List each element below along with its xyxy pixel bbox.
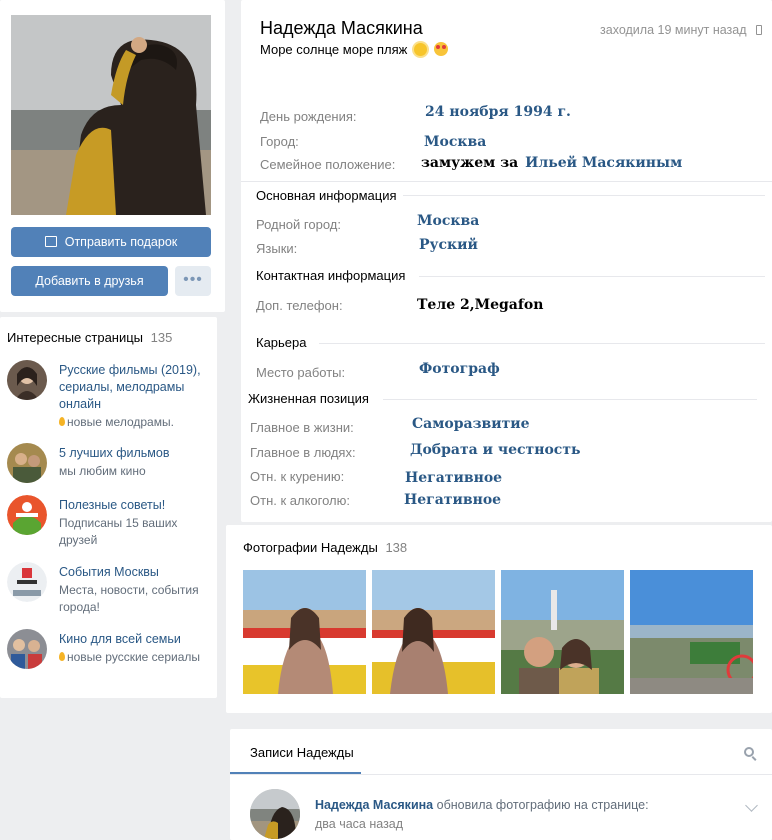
photo-thumbnail[interactable] [243,570,366,694]
photo-thumbnail[interactable] [501,570,624,694]
page-name[interactable]: 5 лучших фильмов [59,445,209,462]
post-author-name[interactable]: Надежда Масякина [315,798,433,812]
page-subtitle: Подписаны 15 ваших друзей [59,516,178,547]
profile-name: Надежда Масякина [260,18,423,38]
divider [230,774,772,775]
life-position-section-title[interactable]: Жизненная позиция [248,391,369,406]
page-subtitle: Места, новости, события города! [59,583,199,614]
page-subtitle: мы любим кино [59,464,146,478]
city-label: Город: [260,134,299,149]
birthday-value[interactable]: 24 ноября 1994 г. [425,104,571,120]
family-status-label: Семейное положение: [260,157,396,172]
life-main-value: Саморазвитие [412,416,530,432]
divider [383,399,757,400]
photo-thumbnail[interactable] [372,570,495,694]
chevron-down-icon[interactable] [745,799,758,812]
page-avatar[interactable] [7,562,47,602]
drop-icon [59,417,65,426]
more-icon: ••• [183,271,203,288]
profile-photo[interactable] [11,15,211,215]
gift-icon [44,236,57,247]
profile-status: Море солнце море пляж [260,42,448,57]
life-main-label: Главное в жизни: [250,420,354,435]
page-name[interactable]: Полезные советы! [59,497,209,514]
drop-icon [59,652,65,661]
page-avatar[interactable] [7,629,47,669]
photos-title[interactable]: Фотографии Надежды 138 [243,540,407,555]
languages-label: Языки: [256,241,298,256]
avatar-card: Отправить подарок Добавить в друзья ••• [0,0,225,312]
page-avatar[interactable] [7,360,47,400]
alcohol-label: Отн. к алкоголю: [250,493,350,508]
people-main-label: Главное в людях: [250,445,356,460]
languages-value[interactable]: Руский [419,237,478,253]
divider [419,276,765,277]
posts-block: Записи Надежды Надежда Масякина обновила… [230,729,772,840]
last-seen-status: заходила 19 минут назад [600,23,762,37]
post-header: Надежда Масякина обновила фотографию на … [315,798,649,812]
send-gift-button[interactable]: Отправить подарок [11,227,211,257]
divider [319,343,765,344]
interesting-pages-count: 135 [150,330,173,345]
city-value[interactable]: Москва [424,134,486,150]
people-main-value: Добрата и честность [410,442,581,458]
photos-count: 138 [385,540,408,555]
page-name[interactable]: Кино для всей семьи [59,631,209,648]
page-name[interactable]: Русские фильмы (2019), сериалы, мелодрам… [59,362,209,413]
profile-info-card: Надежда Масякина Море солнце море пляж з… [241,0,772,522]
spouse-link[interactable]: Ильей Масякиным [525,155,682,171]
post-action: обновила фотографию на странице: [436,798,649,812]
page-name[interactable]: События Москвы [59,564,209,581]
extra-phone-label: Доп. телефон: [256,298,343,313]
alcohol-value: Негативное [404,492,502,508]
main-info-section-title[interactable]: Основная информация [256,188,397,203]
hometown-label: Родной город: [256,217,341,232]
interesting-pages-title[interactable]: Интересные страницы 135 [7,330,172,345]
workplace-value[interactable]: Фотограф [419,361,500,377]
page-subtitle: новые мелодрамы. [67,415,174,429]
photo-thumbnail[interactable] [630,570,753,694]
hometown-value[interactable]: Москва [417,213,479,229]
divider [403,195,765,196]
search-icon[interactable] [744,747,758,761]
smoking-label: Отн. к курению: [250,469,345,484]
career-section-title[interactable]: Карьера [256,335,307,350]
page-avatar[interactable] [7,443,47,483]
page-avatar[interactable] [7,495,47,535]
family-status-value: замужем за Ильей Масякиным [421,155,683,171]
post-time[interactable]: два часа назад [315,817,403,831]
page-subtitle: новые русские сериалы [67,650,201,664]
tab-posts[interactable]: Записи Надежды [250,745,354,760]
add-friend-button[interactable]: Добавить в друзья [11,266,168,296]
post-author-avatar[interactable] [250,789,300,839]
extra-phone-value: Теле 2,Megafon [417,297,544,313]
smoking-value: Негативное [405,470,503,486]
divider [241,181,772,182]
birthday-label: День рождения: [260,109,357,124]
sun-emoji-icon [414,43,427,56]
contact-section-title[interactable]: Контактная информация [256,268,405,283]
heart-eyes-emoji-icon [433,42,448,56]
mobile-phone-icon [756,25,762,35]
workplace-label: Место работы: [256,365,346,380]
photos-block: Фотографии Надежды 138 [226,525,772,713]
more-actions-button[interactable]: ••• [175,266,211,296]
interesting-pages-block: Интересные страницы 135 Русские фильмы (… [0,317,217,698]
